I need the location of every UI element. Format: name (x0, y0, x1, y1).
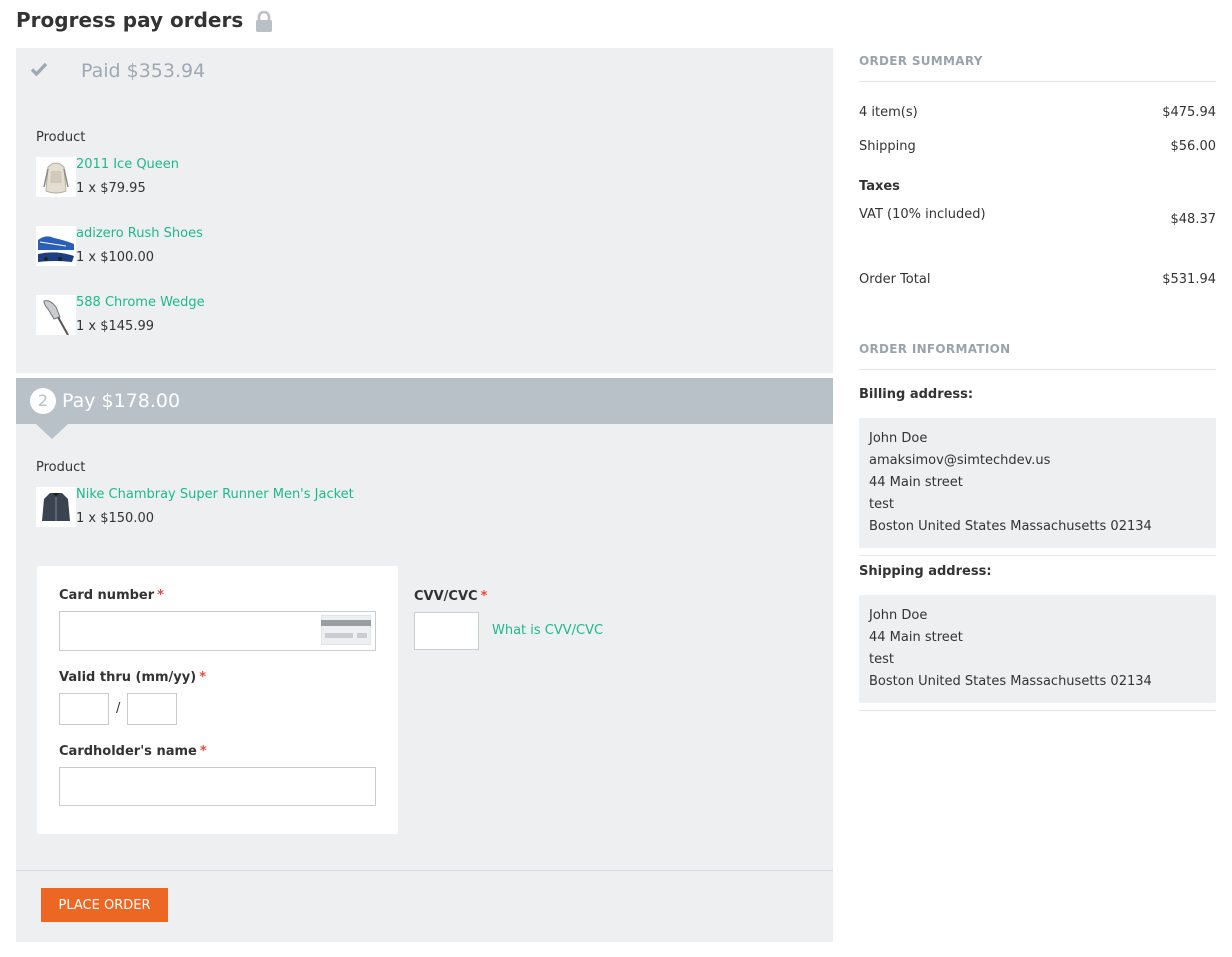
page-title-text: Progress pay orders (16, 8, 244, 32)
pay-amount: Pay $178.00 (62, 390, 181, 412)
expiry-separator: / (116, 701, 121, 716)
order-total-value: $531.94 (1162, 272, 1216, 287)
page-title: Progress pay orders (16, 8, 273, 32)
shipping-name: John Doe (869, 608, 928, 623)
product-thumbnail-backpack[interactable] (36, 157, 76, 197)
product-thumbnail-golf-club[interactable] (36, 295, 76, 335)
billing-name: John Doe (869, 431, 928, 446)
product-link[interactable]: Nike Chambray Super Runner Men's Jacket (76, 487, 354, 502)
divider (859, 81, 1216, 82)
shipping-line: test (869, 652, 894, 667)
billing-street: 44 Main street (869, 475, 963, 490)
step-number: 2 (30, 388, 56, 414)
divider (859, 710, 1216, 711)
product-label: Product (36, 130, 86, 145)
what-is-cvv-link[interactable]: What is CVV/CVC (492, 623, 603, 638)
pay-step-header[interactable]: 2 Pay $178.00 (16, 378, 833, 424)
taxes-label: Taxes (859, 179, 900, 194)
billing-email: amaksimov@simtechdev.us (869, 453, 1051, 468)
paid-status: Paid $353.94 (81, 60, 206, 82)
divider (859, 369, 1216, 370)
product-qty: 1 x $145.99 (76, 319, 154, 334)
place-order-button[interactable]: PLACE ORDER (41, 888, 168, 922)
cvv-label: CVV/CVC * (414, 589, 488, 604)
expiry-month-input[interactable] (59, 693, 109, 725)
product-link[interactable]: 588 Chrome Wedge (76, 295, 205, 310)
shipping-address-box: John Doe 44 Main street test Boston Unit… (859, 595, 1216, 703)
order-summary-heading: ORDER SUMMARY (859, 54, 983, 68)
shipping-address-title: Shipping address: (859, 564, 992, 579)
product-qty: 1 x $79.95 (76, 181, 146, 196)
product-label: Product (36, 460, 86, 475)
billing-address-title: Billing address: (859, 387, 974, 402)
lock-icon (255, 10, 273, 33)
valid-thru-label: Valid thru (mm/yy) * (59, 670, 207, 685)
vat-value: $48.37 (1170, 212, 1217, 227)
product-qty: 1 x $150.00 (76, 511, 154, 526)
credit-card-icon (320, 614, 372, 646)
shipping-city: Boston United States Massachusetts 02134 (869, 674, 1152, 689)
billing-line: test (869, 497, 894, 512)
shipping-street: 44 Main street (869, 630, 963, 645)
billing-address-box: John Doe amaksimov@simtechdev.us 44 Main… (859, 418, 1216, 548)
product-link[interactable]: adizero Rush Shoes (76, 226, 203, 241)
divider (859, 555, 1216, 556)
shipping-cost: $56.00 (1170, 139, 1217, 154)
billing-city: Boston United States Massachusetts 02134 (869, 519, 1152, 534)
cardholder-name-input[interactable] (59, 767, 376, 806)
divider (16, 870, 833, 871)
product-qty: 1 x $100.00 (76, 250, 154, 265)
product-link[interactable]: 2011 Ice Queen (76, 157, 179, 172)
items-subtotal: $475.94 (1162, 105, 1216, 120)
check-icon (30, 60, 48, 78)
vat-label: VAT (10% included) (859, 207, 986, 222)
cardholder-label: Cardholder's name * (59, 744, 207, 759)
step-pointer-arrow (36, 424, 68, 439)
product-thumbnail-jacket[interactable] (36, 487, 76, 527)
cvv-input[interactable] (414, 612, 479, 650)
order-total-label: Order Total (859, 272, 931, 287)
card-form: Card number * Valid thru (mm/yy) * / Cardh… (37, 566, 398, 834)
items-count-label: 4 item(s) (859, 105, 918, 120)
product-thumbnail-shoes[interactable] (36, 226, 76, 266)
pay-order-section: Product Nike Chambray Super Runner Men's… (16, 424, 833, 942)
card-number-label: Card number * (59, 588, 164, 603)
shipping-label: Shipping (859, 139, 916, 154)
expiry-year-input[interactable] (127, 693, 177, 725)
paid-order-section: Paid $353.94 Product 2011 Ice Queen 1 x … (16, 48, 833, 373)
order-information-heading: ORDER INFORMATION (859, 342, 1011, 356)
